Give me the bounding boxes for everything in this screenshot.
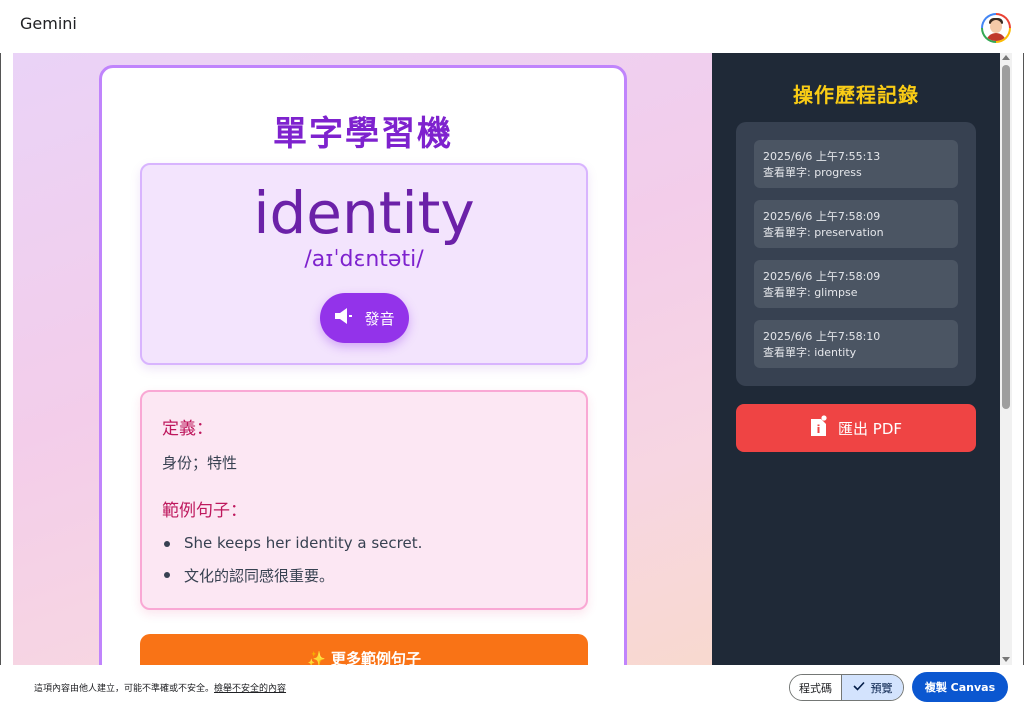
definition-box: 定義： 身份；特性 範例句子： She keeps her identity a… xyxy=(140,390,588,610)
entry-time: 2025/6/6 上午7:58:10 xyxy=(763,330,881,343)
history-panel: 操作歷程記錄 2025/6/6 上午7:55:13 查看單字: progress… xyxy=(712,53,1000,665)
pronounce-label: 發音 xyxy=(364,309,395,328)
vocab-card: 單字學習機 identity /aɪˈdɛntəti/ 發音 定義： 身份；特性… xyxy=(99,65,627,665)
history-title: 操作歷程記錄 xyxy=(793,83,919,107)
more-examples-label: ✨ 更多範例句子 xyxy=(307,650,421,665)
preview-label: 預覽 xyxy=(870,681,893,695)
history-list: 2025/6/6 上午7:55:13 查看單字: progress 2025/6… xyxy=(736,122,976,386)
file-icon xyxy=(810,415,828,441)
entry-action: 查看單字: identity xyxy=(763,346,857,359)
entry-action: 查看單字: progress xyxy=(763,166,862,179)
canvas-preview: 單字學習機 identity /aɪˈdɛntəti/ 發音 定義： 身份；特性… xyxy=(13,53,712,665)
preview-tab[interactable]: 預覽 xyxy=(842,675,903,700)
disclaimer-text: 這項內容由他人建立，可能不準確或不安全。 xyxy=(34,684,215,694)
avatar-image xyxy=(983,15,1009,41)
footer-bar: 這項內容由他人建立，可能不準確或不安全。檢舉不安全的內容 程式碼 預覽 複製 C… xyxy=(0,665,1024,709)
example-item: She keeps her identity a secret. xyxy=(162,534,422,565)
export-pdf-button[interactable]: 匯出 PDF xyxy=(736,404,976,452)
examples-label: 範例句子： xyxy=(162,501,247,521)
entry-action: 查看單字: preservation xyxy=(763,226,884,239)
scroll-down-arrow[interactable] xyxy=(1002,657,1010,662)
definition-label: 定義： xyxy=(162,419,213,439)
avatar[interactable] xyxy=(981,13,1011,43)
word-box: identity /aɪˈdɛntəti/ 發音 xyxy=(140,163,588,365)
history-entry: 2025/6/6 上午7:58:09 查看單字: glimpse xyxy=(754,260,958,308)
card-title: 單字學習機 xyxy=(273,114,453,154)
phonetic-text: /aɪˈdɛntəti/ xyxy=(304,247,424,272)
history-entry: 2025/6/6 上午7:58:09 查看單字: preservation xyxy=(754,200,958,248)
scroll-up-arrow[interactable] xyxy=(1002,55,1010,60)
entry-action: 查看單字: glimpse xyxy=(763,286,858,299)
entry-time: 2025/6/6 上午7:55:13 xyxy=(763,150,881,163)
checkmark-icon xyxy=(852,681,865,694)
definition-text: 身份；特性 xyxy=(162,454,238,472)
pronounce-button[interactable]: 發音 xyxy=(320,293,409,343)
disclaimer: 這項內容由他人建立，可能不準確或不安全。檢舉不安全的內容 xyxy=(34,681,286,694)
examples-list: She keeps her identity a secret. 文化的認同感很… xyxy=(162,534,422,596)
export-pdf-label: 匯出 PDF xyxy=(838,419,902,438)
code-tab[interactable]: 程式碼 xyxy=(790,675,842,700)
history-entry: 2025/6/6 上午7:58:10 查看單字: identity xyxy=(754,320,958,368)
view-toggle: 程式碼 預覽 xyxy=(789,674,904,701)
entry-time: 2025/6/6 上午7:58:09 xyxy=(763,210,881,223)
more-examples-button[interactable]: ✨ 更多範例句子 xyxy=(140,634,588,665)
scroll-thumb[interactable] xyxy=(1002,65,1010,409)
copy-canvas-button[interactable]: 複製 Canvas xyxy=(912,672,1008,702)
scrollbar[interactable] xyxy=(1000,53,1012,665)
word-text: identity xyxy=(253,179,475,247)
history-entry: 2025/6/6 上午7:55:13 查看單字: progress xyxy=(754,140,958,188)
speaker-icon xyxy=(334,307,354,329)
entry-time: 2025/6/6 上午7:58:09 xyxy=(763,270,881,283)
app-title: Gemini xyxy=(20,14,77,33)
top-bar: Gemini xyxy=(0,0,1024,53)
report-unsafe-link[interactable]: 檢舉不安全的內容 xyxy=(214,684,286,694)
example-item: 文化的認同感很重要。 xyxy=(162,565,422,596)
